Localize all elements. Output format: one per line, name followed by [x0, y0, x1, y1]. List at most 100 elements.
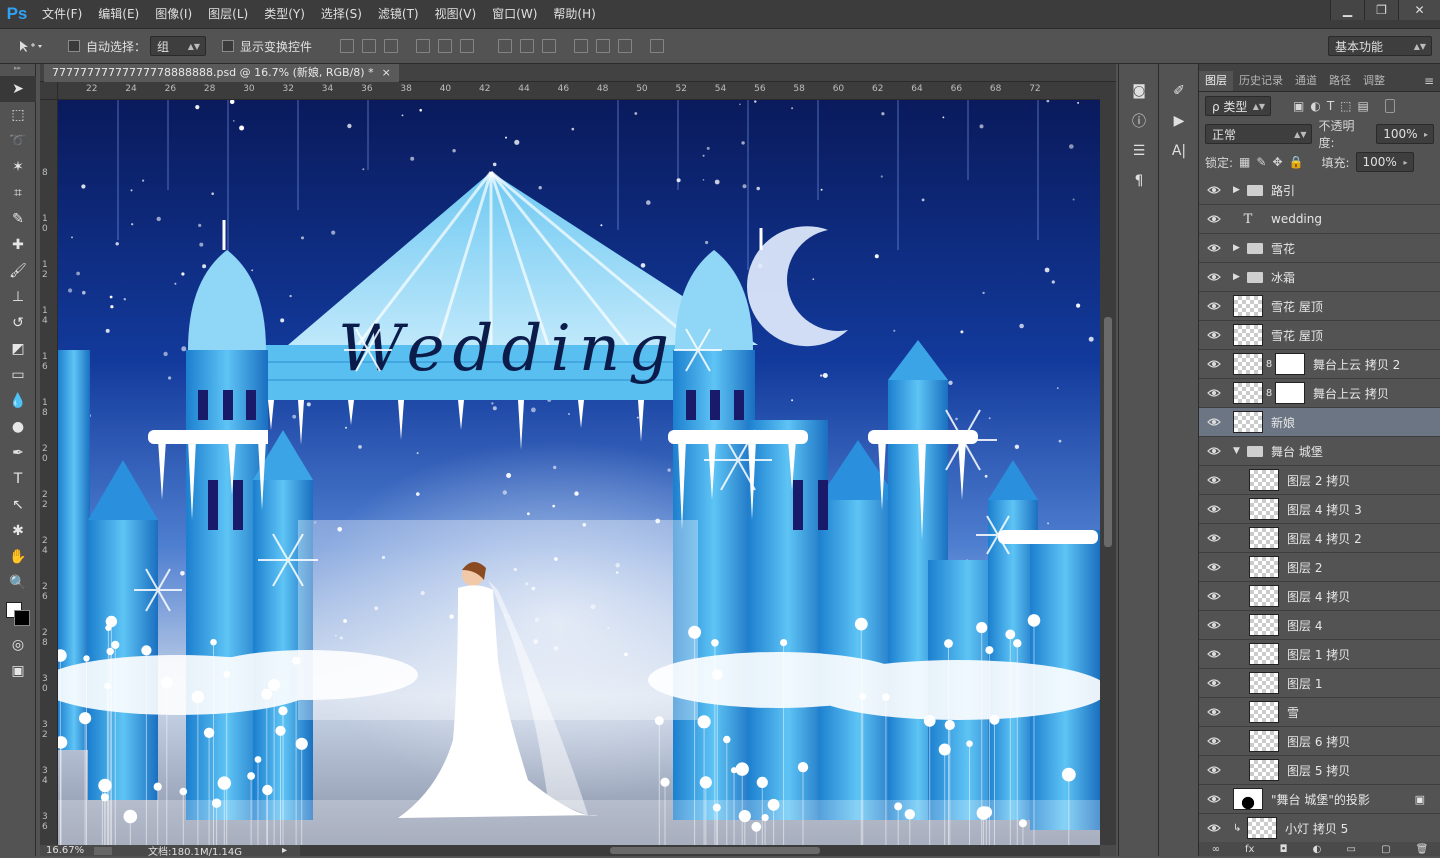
vertical-scroll-thumb[interactable] — [1104, 317, 1112, 547]
layer-row[interactable]: 图层 2 — [1199, 553, 1440, 582]
layer-row[interactable]: 图层 6 拷贝 — [1199, 727, 1440, 756]
layer-row[interactable]: ▼ 舞台 城堡 — [1199, 437, 1440, 466]
workspace-dropdown[interactable]: 基本功能 ▲▼ — [1328, 36, 1432, 56]
brush-tool[interactable]: 🖌 — [0, 258, 36, 284]
zoom-level[interactable]: 16.67% — [46, 845, 94, 856]
align-bottom-icon[interactable] — [384, 39, 399, 53]
add-mask-icon[interactable]: ◘ — [1280, 844, 1288, 855]
filter-toggle-icon[interactable] — [1384, 99, 1395, 113]
zoom-tool[interactable]: 🔍 — [0, 570, 36, 596]
layer-filter-dropdown[interactable]: ρ 类型 ▲▼ — [1205, 96, 1271, 116]
layer-row[interactable]: 图层 4 — [1199, 611, 1440, 640]
filter-adjust-icon[interactable]: ◐ — [1310, 99, 1320, 113]
panel-tab-3[interactable]: 路径 — [1323, 71, 1357, 91]
visibility-eye-icon[interactable] — [1207, 649, 1221, 659]
status-menu-arrow-icon[interactable]: ▸ — [282, 845, 287, 856]
layer-row[interactable]: 图层 4 拷贝 3 — [1199, 495, 1440, 524]
expand-right-icon[interactable]: ▶ — [1233, 185, 1245, 195]
menu-item-3[interactable]: 图层(L) — [200, 0, 256, 28]
panel-tab-4[interactable]: 调整 — [1357, 71, 1391, 91]
menu-item-5[interactable]: 选择(S) — [313, 0, 370, 28]
ruler-origin[interactable] — [40, 82, 58, 100]
layer-mask-thumbnail[interactable] — [1275, 382, 1305, 404]
layer-row[interactable]: 8 舞台上云 拷贝 — [1199, 379, 1440, 408]
visibility-eye-icon[interactable] — [1207, 620, 1221, 630]
layer-row[interactable]: 雪 — [1199, 698, 1440, 727]
paragraph-button[interactable]: ¶ — [1119, 166, 1159, 196]
delete-layer-icon[interactable]: 🗑 — [1416, 844, 1429, 855]
screen-mode-button[interactable]: ▣ — [0, 658, 36, 684]
adjustment-icon[interactable]: ◐ — [1313, 844, 1322, 855]
expand-right-icon[interactable]: ▶ — [1233, 243, 1245, 253]
opacity-input[interactable]: 100% ▸ — [1376, 124, 1434, 144]
hand-tool[interactable]: ✋ — [0, 544, 36, 570]
align-hcenter-icon[interactable] — [438, 39, 453, 53]
brush-presets-button[interactable]: ✐ — [1159, 76, 1199, 106]
filter-type-icon[interactable]: T — [1327, 99, 1334, 113]
zoom-export-icon[interactable] — [94, 846, 112, 855]
layer-row[interactable]: 图层 2 拷贝 — [1199, 466, 1440, 495]
lock-position-icon[interactable]: ✥ — [1272, 155, 1282, 169]
distribute-top-icon[interactable] — [498, 39, 513, 53]
magic-wand-tool[interactable]: ✶ — [0, 154, 36, 180]
color-swatches[interactable] — [0, 596, 35, 632]
properties-button[interactable]: ☰ — [1119, 136, 1159, 166]
auto-align-icon[interactable] — [650, 39, 665, 53]
collapse-handle-2[interactable] — [1159, 64, 1198, 76]
layer-row[interactable]: 图层 4 拷贝 — [1199, 582, 1440, 611]
align-top-icon[interactable] — [340, 39, 355, 53]
layer-row[interactable]: 图层 1 拷贝 — [1199, 640, 1440, 669]
menu-item-0[interactable]: 文件(F) — [34, 0, 90, 28]
visibility-eye-icon[interactable] — [1207, 214, 1221, 224]
horizontal-ruler[interactable]: 22 24 26 28 30 32 34 36 38 40 42 44 46 48 50 52 54 56 58 60… — [58, 82, 1100, 100]
align-right-icon[interactable] — [460, 39, 475, 53]
canvas-horizontal-scrollbar[interactable] — [300, 845, 1100, 856]
horizontal-scroll-thumb[interactable] — [610, 847, 820, 854]
marquee-tool[interactable]: ⬚ — [0, 102, 36, 128]
show-transform-checkbox[interactable] — [222, 40, 235, 52]
expand-down-icon[interactable]: ▼ — [1233, 446, 1245, 456]
layer-row[interactable]: Twedding — [1199, 205, 1440, 234]
visibility-eye-icon[interactable] — [1207, 388, 1221, 398]
layer-row[interactable]: 图层 1 — [1199, 669, 1440, 698]
visibility-eye-icon[interactable] — [1207, 359, 1221, 369]
eyedropper-tool[interactable]: ✎ — [0, 206, 36, 232]
close-button[interactable]: ✕ — [1398, 0, 1440, 20]
blend-mode-dropdown[interactable]: 正常 ▲▼ — [1205, 124, 1313, 144]
stamp-tool[interactable]: ⊥ — [0, 284, 36, 310]
visibility-eye-icon[interactable] — [1207, 765, 1221, 775]
show-transform-option[interactable]: 显示变换控件 — [222, 38, 312, 55]
layer-row[interactable]: 雪花 屋顶 — [1199, 321, 1440, 350]
pen-tool[interactable]: ✒ — [0, 440, 36, 466]
panel-tab-2[interactable]: 通道 — [1289, 71, 1323, 91]
align-vcenter-icon[interactable] — [362, 39, 377, 53]
lock-all-icon[interactable]: 🔒 — [1289, 155, 1304, 169]
eraser-tool[interactable]: ◩ — [0, 336, 36, 362]
layer-row[interactable]: ▶ 路引 — [1199, 176, 1440, 205]
filter-pixel-icon[interactable]: ▣ — [1293, 99, 1304, 113]
add-style-icon[interactable]: fx — [1245, 844, 1254, 855]
collapse-handle[interactable] — [1119, 64, 1158, 76]
visibility-eye-icon[interactable] — [1207, 794, 1221, 804]
visibility-eye-icon[interactable] — [1207, 533, 1221, 543]
distribute-left-icon[interactable] — [574, 39, 589, 53]
menu-item-7[interactable]: 视图(V) — [427, 0, 485, 28]
visibility-eye-icon[interactable] — [1207, 272, 1221, 282]
visibility-eye-icon[interactable] — [1207, 243, 1221, 253]
visibility-eye-icon[interactable] — [1207, 707, 1221, 717]
lock-transparent-icon[interactable]: ▦ — [1239, 155, 1250, 169]
visibility-eye-icon[interactable] — [1207, 678, 1221, 688]
layer-row[interactable]: 雪花 屋顶 — [1199, 292, 1440, 321]
align-left-icon[interactable] — [416, 39, 431, 53]
vertical-ruler[interactable]: 8 1 0 1 2 1 4 1 6 1 8 2 0 2 2 2 4 2 6 2 8 3 0 3 2 3 4… — [40, 100, 58, 845]
menu-item-4[interactable]: 类型(Y) — [256, 0, 313, 28]
lock-paint-icon[interactable]: ✎ — [1256, 155, 1266, 169]
layer-row[interactable]: ↳ 小灯 拷贝 5 — [1199, 814, 1440, 841]
path-select-tool[interactable]: ↖ — [0, 492, 36, 518]
panel-menu-icon[interactable]: ≡ — [1418, 71, 1440, 91]
layer-row[interactable]: 图层 5 拷贝 — [1199, 756, 1440, 785]
panel-tab-1[interactable]: 历史记录 — [1233, 71, 1289, 91]
distribute-bottom-icon[interactable] — [542, 39, 557, 53]
visibility-eye-icon[interactable] — [1207, 475, 1221, 485]
canvas-vertical-scrollbar[interactable] — [1100, 82, 1116, 845]
